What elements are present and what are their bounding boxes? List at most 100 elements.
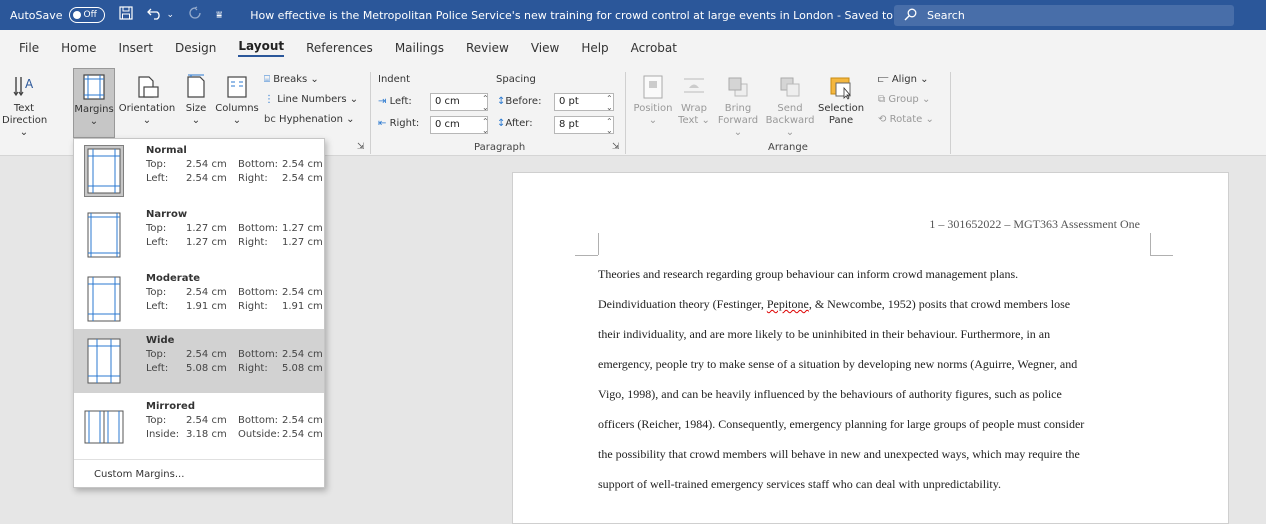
- option-title: Moderate: [146, 273, 201, 284]
- undo-icon[interactable]: [146, 6, 163, 24]
- tab-view[interactable]: View: [531, 41, 559, 55]
- moderate-margin-thumb: [87, 276, 121, 322]
- margin-option-normal[interactable]: Normal Top: 2.54 cm Bottom: 2.54 cm Left: 2.…: [74, 141, 324, 205]
- k3: Left:: [146, 363, 169, 374]
- tab-insert[interactable]: Insert: [119, 41, 153, 55]
- tab-acrobat[interactable]: Acrobat: [631, 41, 677, 55]
- size-icon: [187, 74, 205, 98]
- indent-right-spinner-icon[interactable]: ⌃ ⌄: [482, 117, 489, 135]
- body-line: Deindividuation theory (Festinger, Pepit…: [598, 297, 1071, 311]
- tab-home[interactable]: Home: [61, 41, 96, 55]
- tab-review[interactable]: Review: [466, 41, 509, 55]
- save-icon[interactable]: [118, 6, 133, 24]
- tab-help[interactable]: Help: [581, 41, 608, 55]
- tab-references[interactable]: References: [306, 41, 373, 55]
- line-numbers-button[interactable]: ⋮ Line Numbers ⌄: [264, 94, 358, 106]
- spacing-before-spinner-icon[interactable]: ⌃ ⌄: [606, 94, 613, 112]
- send-backward-button[interactable]: Send Backward ⌄: [764, 74, 816, 139]
- k1: Top:: [146, 223, 167, 234]
- undo-dropdown-icon[interactable]: ⌄: [167, 10, 175, 20]
- option-line-1: Top: 1.27 cm Bottom: 1.27 cm: [146, 223, 323, 234]
- indent-label: Indent: [378, 74, 411, 85]
- option-line-2: Left: 1.91 cm Right: 1.91 cm: [146, 301, 323, 312]
- size-chevron-icon: ⌄: [191, 115, 201, 126]
- group-icon: ⧉: [878, 94, 886, 105]
- autosave-toggle[interactable]: Off: [68, 7, 105, 23]
- wrap-text-button[interactable]: Wrap Text ⌄: [676, 74, 712, 127]
- search-icon: [904, 8, 917, 24]
- k3: Left:: [146, 301, 169, 312]
- margins-button[interactable]: Margins ⌄: [73, 68, 115, 138]
- k2: Bottom:: [238, 415, 279, 426]
- wrap-text-label-1: Wrap: [680, 103, 708, 114]
- indent-left-field[interactable]: 0 cm: [430, 93, 488, 111]
- hyphenation-icon: bc: [264, 114, 276, 125]
- indent-right-text: Right:: [389, 118, 420, 129]
- columns-label: Columns: [215, 103, 259, 114]
- tab-layout[interactable]: Layout: [238, 39, 285, 57]
- search-input[interactable]: Search: [894, 5, 1234, 26]
- rotate-button[interactable]: ⟲ Rotate ⌄: [878, 114, 934, 126]
- spacing-after-spinner-icon[interactable]: ⌃ ⌄: [606, 117, 613, 135]
- tab-file[interactable]: File: [19, 41, 39, 55]
- orientation-button[interactable]: Orientation ⌄: [118, 74, 176, 127]
- selection-pane-label-2: Pane: [828, 115, 854, 126]
- align-button[interactable]: ⫍ Align ⌄: [878, 74, 928, 86]
- paragraph-launcher-icon[interactable]: ⇲: [612, 142, 620, 152]
- columns-button[interactable]: Columns ⌄: [214, 74, 260, 127]
- size-label: Size: [185, 103, 207, 114]
- size-button[interactable]: Size ⌄: [180, 74, 212, 127]
- margin-option-mirrored[interactable]: Mirrored Top: 2.54 cm Bottom: 2.54 cm Insid…: [74, 395, 324, 459]
- document-page[interactable]: 1 – 301652022 – MGT363 Assessment One Th…: [512, 172, 1229, 524]
- breaks-button[interactable]: ⌸ Breaks ⌄: [264, 74, 319, 86]
- text-direction-button[interactable]: A Text Direction ⌄: [2, 74, 48, 139]
- position-button[interactable]: Position ⌄: [632, 74, 674, 127]
- hyphenation-button[interactable]: bc Hyphenation ⌄: [264, 114, 355, 126]
- selection-pane-button[interactable]: Selection Pane: [818, 74, 864, 127]
- rotate-label: Rotate ⌄: [889, 114, 934, 125]
- indent-right-field[interactable]: 0 cm: [430, 116, 488, 134]
- margin-option-moderate[interactable]: Moderate Top: 2.54 cm Bottom: 2.54 cm Left:…: [74, 267, 324, 331]
- indent-right-icon: ⇤: [378, 118, 387, 129]
- normal-margin-thumb: [84, 145, 124, 197]
- ribbon-separator: [370, 72, 371, 154]
- margin-corner-mark: [598, 233, 599, 255]
- margins-dropdown: Normal Top: 2.54 cm Bottom: 2.54 cm Left: 2.…: [73, 138, 325, 488]
- k4: Right:: [238, 363, 268, 374]
- group-button[interactable]: ⧉ Group ⌄: [878, 94, 930, 106]
- spelling-error-underline[interactable]: Pepitone: [767, 297, 809, 311]
- indent-left-icon: ⇥: [378, 96, 387, 107]
- bring-forward-button[interactable]: Bring Forward ⌄: [714, 74, 762, 139]
- wrap-text-label-2: Text ⌄: [678, 115, 710, 126]
- line-numbers-icon: ⋮: [264, 94, 274, 105]
- margin-option-wide[interactable]: Wide Top: 2.54 cm Bottom: 2.54 cm Left: 5.08…: [74, 329, 324, 393]
- document-title[interactable]: How effective is the Metropolitan Police…: [250, 9, 947, 22]
- margin-option-narrow[interactable]: Narrow Top: 1.27 cm Bottom: 1.27 cm Left: 1.…: [74, 203, 324, 267]
- spacing-before-field[interactable]: 0 pt: [554, 93, 614, 111]
- option-line-1: Top: 2.54 cm Bottom: 2.54 cm: [146, 287, 323, 298]
- page-setup-launcher-icon[interactable]: ⇲: [357, 142, 365, 152]
- position-chevron-icon: ⌄: [648, 115, 658, 126]
- title-bar: AutoSave Off ⌄ ⩸ How effective is the Me…: [0, 0, 1266, 30]
- spacing-after-field[interactable]: 8 pt: [554, 116, 614, 134]
- v4: 5.08 cm: [282, 363, 323, 374]
- customize-toolbar-icon[interactable]: ⩸: [216, 10, 222, 21]
- v1: 2.54 cm: [186, 349, 227, 360]
- autosave-label: AutoSave: [10, 8, 63, 22]
- document-body[interactable]: Theories and research regarding group be…: [598, 259, 1158, 499]
- margin-corner-mark: [1150, 233, 1151, 255]
- v1: 2.54 cm: [186, 287, 227, 298]
- k4: Outside:: [238, 429, 280, 440]
- redo-icon[interactable]: [188, 6, 202, 24]
- custom-margins-button[interactable]: Custom Margins...: [94, 469, 184, 480]
- indent-left-spinner-icon[interactable]: ⌃ ⌄: [482, 94, 489, 112]
- send-backward-label-1: Send: [777, 103, 803, 114]
- text-direction-label-2: Direction ⌄: [2, 115, 48, 138]
- k3: Left:: [146, 173, 169, 184]
- orientation-chevron-icon: ⌄: [142, 115, 152, 126]
- v4: 1.91 cm: [282, 301, 323, 312]
- tab-design[interactable]: Design: [175, 41, 216, 55]
- selection-pane-label-1: Selection: [818, 103, 865, 114]
- tab-mailings[interactable]: Mailings: [395, 41, 444, 55]
- v1: 2.54 cm: [186, 159, 227, 170]
